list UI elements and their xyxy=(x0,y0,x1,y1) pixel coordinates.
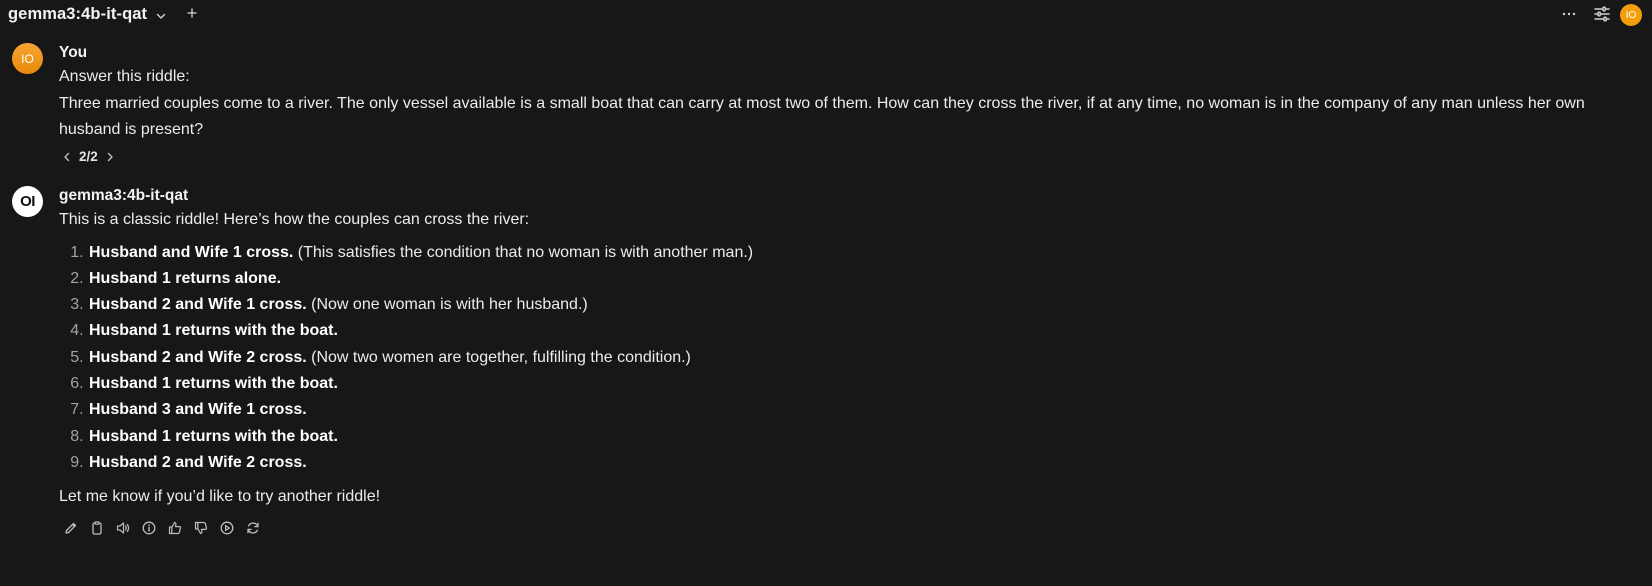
list-item: Husband 1 returns with the boat. xyxy=(88,424,1619,450)
steps-list: Husband and Wife 1 cross. (This satisfie… xyxy=(59,240,1619,477)
avatar-initials: IO xyxy=(21,51,34,66)
message-body: You Answer this riddle: Three married co… xyxy=(59,43,1619,167)
avatar: IO xyxy=(12,43,43,74)
message-body: gemma3:4b-it-qat This is a classic riddl… xyxy=(59,186,1619,537)
speaker-icon[interactable] xyxy=(114,519,132,537)
chevron-right-icon[interactable] xyxy=(104,151,116,163)
regenerate-icon[interactable] xyxy=(244,519,262,537)
model-name: gemma3:4b-it-qat xyxy=(8,5,148,23)
user-avatar-top[interactable]: IO xyxy=(1620,4,1642,26)
pager-count: 2/2 xyxy=(79,149,98,164)
message-actions xyxy=(62,519,1619,537)
chevron-down-icon xyxy=(156,13,166,19)
ellipsis-icon[interactable] xyxy=(1560,5,1578,23)
list-item: Husband and Wife 1 cross. (This satisfie… xyxy=(88,240,1619,266)
avatar-initials: OI xyxy=(20,193,35,210)
top-bar: gemma3:4b-it-qat IO xyxy=(0,0,1652,30)
message-text: Answer this riddle: xyxy=(59,68,190,85)
chevron-left-icon[interactable] xyxy=(61,151,73,163)
response-pager: 2/2 xyxy=(61,147,1619,167)
message-closing: Let me know if you’d like to try another… xyxy=(59,488,381,506)
sender-name: gemma3:4b-it-qat xyxy=(59,187,189,204)
list-item: Husband 2 and Wife 2 cross. xyxy=(88,450,1619,476)
list-item: Husband 2 and Wife 2 cross. (Now two wom… xyxy=(88,345,1619,371)
avatar: OI xyxy=(12,186,43,217)
sender-name: You xyxy=(59,44,88,61)
model-selector[interactable]: gemma3:4b-it-qat xyxy=(8,5,167,24)
copy-icon[interactable] xyxy=(88,519,106,537)
plus-icon[interactable] xyxy=(184,5,200,21)
info-icon[interactable] xyxy=(140,519,158,537)
message-text: Three married couples come to a river. T… xyxy=(59,94,1585,139)
thumbs-down-icon[interactable] xyxy=(192,519,210,537)
edit-icon[interactable] xyxy=(62,519,80,537)
message-intro: This is a classic riddle! Here’s how the… xyxy=(59,211,530,228)
thumbs-up-icon[interactable] xyxy=(166,519,184,537)
list-item: Husband 1 returns with the boat. xyxy=(88,371,1619,397)
list-item: Husband 2 and Wife 1 cross. (Now one wom… xyxy=(88,292,1619,318)
sliders-icon[interactable] xyxy=(1592,4,1612,24)
list-item: Husband 1 returns with the boat. xyxy=(88,318,1619,344)
continue-icon[interactable] xyxy=(218,519,236,537)
list-item: Husband 1 returns alone. xyxy=(88,266,1619,292)
user-initials: IO xyxy=(1625,9,1637,21)
list-item: Husband 3 and Wife 1 cross. xyxy=(88,397,1619,423)
